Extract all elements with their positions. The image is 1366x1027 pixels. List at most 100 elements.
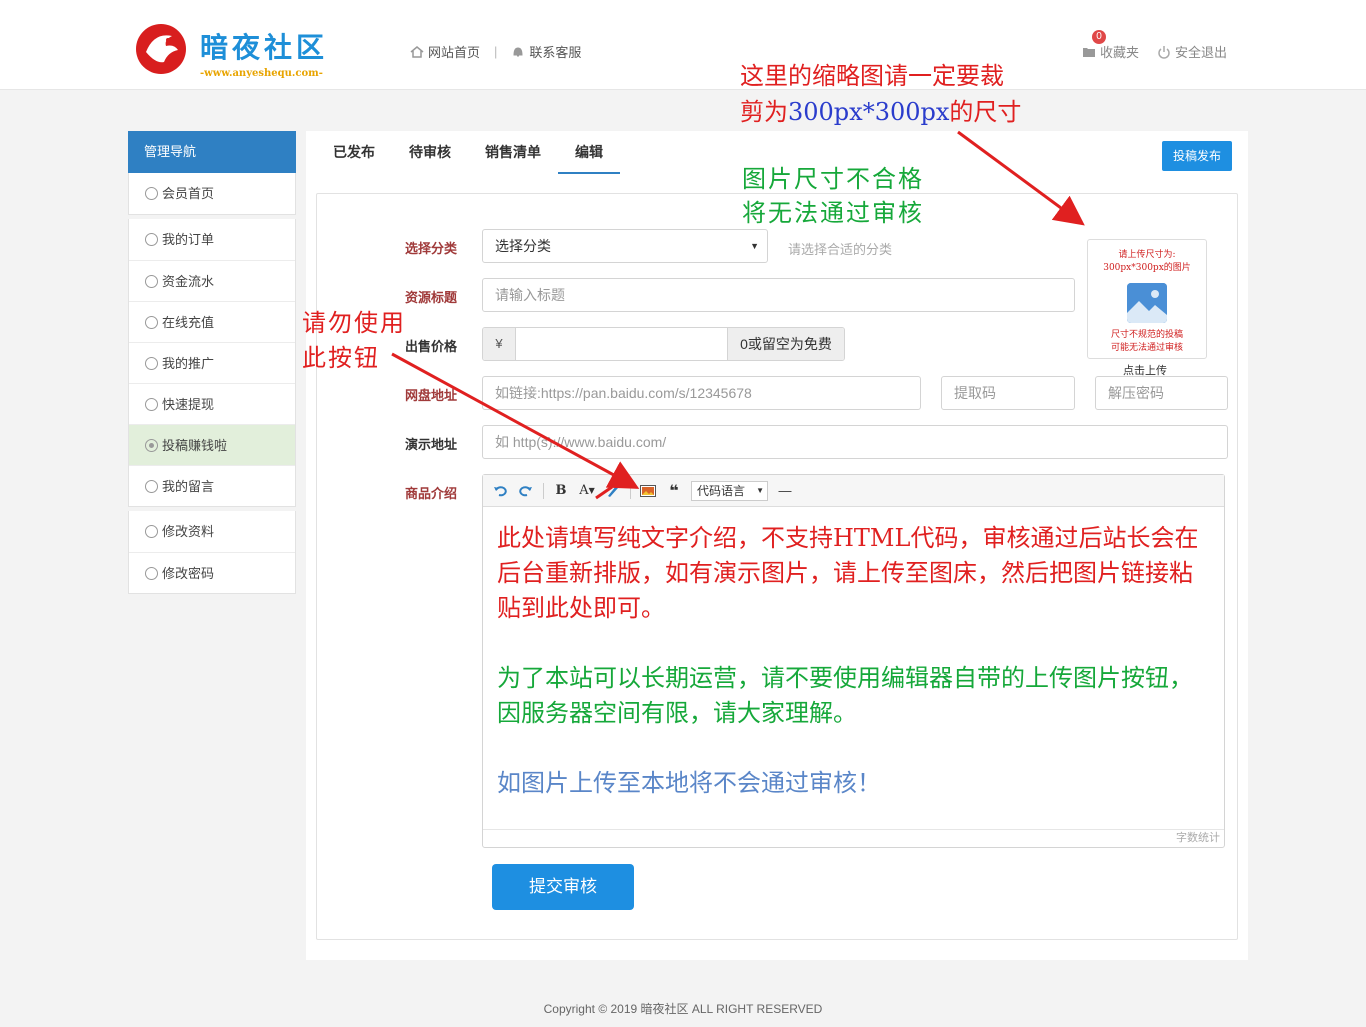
thumbnail-note-2: 300px*300px的图片 <box>1103 263 1191 273</box>
category-hint: 请选择合适的分类 <box>788 242 893 257</box>
code-language-select[interactable]: 代码语言 ▼ <box>691 480 769 501</box>
top-navigation: 网站首页 | 联系客服 <box>410 42 581 61</box>
favorites-count-badge: 0 <box>1092 30 1106 44</box>
category-label: 选择分类 <box>405 241 458 256</box>
sidebar-item-funds[interactable]: 资金流水 <box>129 260 295 301</box>
logout-link[interactable]: 安全退出 <box>1157 42 1227 61</box>
main-panel: 已发布 待审核 销售清单 编辑 投稿发布 选择分类 选择分类 ▼ 请选择合适的分… <box>306 131 1248 960</box>
thumbnail-crop-annotation: 这里的缩略图请一定要裁 剪为300px*300px的尺寸 <box>740 58 1021 130</box>
favorites-link[interactable]: 0 收藏夹 <box>1082 30 1140 61</box>
phoenix-logo-icon <box>136 24 186 74</box>
extract-code-input[interactable]: 提取码 <box>941 376 1075 410</box>
home-icon <box>410 45 424 58</box>
category-select-value: 选择分类 <box>495 238 551 254</box>
tab-edit[interactable]: 编辑 <box>558 131 620 174</box>
radio-icon <box>145 479 158 493</box>
sidebar-item-label: 修改资料 <box>162 524 215 539</box>
site-logo[interactable]: 暗夜社区 -www.anyeshequ.com- <box>134 22 334 82</box>
horizontal-rule-button[interactable]: — <box>776 481 794 501</box>
annotation-line: 图片尺寸不合格 <box>742 165 924 193</box>
sidebar-item-profile[interactable]: 修改资料 <box>129 511 295 552</box>
title-label: 资源标题 <box>405 290 458 305</box>
sidebar-item-label: 资金流水 <box>162 273 215 289</box>
sidebar-title: 管理导航 <box>128 131 296 173</box>
editor-blue-notice: 如图片上传至本地将不会通过审核！ <box>497 769 881 797</box>
sidebar-item-label: 投稿赚钱啦 <box>162 437 228 453</box>
sidebar: 管理导航 会员首页 我的订单 资金流水 在线充值 我的推广 快速提现 投稿赚钱啦… <box>128 131 296 598</box>
sidebar-item-withdraw[interactable]: 快速提现 <box>129 383 295 424</box>
title-input[interactable]: 请输入标题 <box>482 278 1075 312</box>
brand-domain: -www.anyeshequ.com- <box>200 68 323 79</box>
annotation-fragment: 剪为 <box>740 98 788 126</box>
sidebar-item-recharge[interactable]: 在线充值 <box>129 301 295 342</box>
radio-icon <box>145 187 158 200</box>
tab-bar: 已发布 待审核 销售清单 编辑 <box>316 131 620 175</box>
site-header: 暗夜社区 -www.anyeshequ.com- 网站首页 | 联系客服 0 收… <box>0 0 1366 90</box>
sidebar-item-label: 我的留言 <box>162 478 215 494</box>
nav-separator: | <box>494 44 498 59</box>
sidebar-item-label: 快速提现 <box>162 396 215 412</box>
dont-use-button-annotation: 请勿使用 此按钮 <box>302 306 406 376</box>
redo-icon[interactable] <box>517 481 535 501</box>
sidebar-item-promotion[interactable]: 我的推广 <box>129 342 295 383</box>
brush-icon[interactable] <box>604 481 622 501</box>
editor-toolbar: B A ▼ ❝ 代码语言 ▼ — <box>483 475 1224 507</box>
favorites-label: 收藏夹 <box>1100 45 1140 60</box>
editor-green-notice: 为了本站可以长期运营，请不要使用编辑器自带的上传图片按钮，因服务器空间有限，请大… <box>497 664 1193 727</box>
sidebar-item-label: 我的推广 <box>162 355 215 371</box>
annotation-line: 请勿使用 <box>302 309 406 337</box>
sidebar-item-label: 修改密码 <box>162 565 215 581</box>
nav-service-link[interactable]: 联系客服 <box>511 42 581 61</box>
editor-content[interactable]: 此处请填写纯文字介绍，不支持HTML代码，审核通过后站长会在后台重新排版，如有演… <box>483 507 1224 815</box>
font-color-button[interactable]: A ▼ <box>578 481 596 501</box>
tab-published[interactable]: 已发布 <box>316 131 392 174</box>
editor-red-notice: 此处请填写纯文字介绍，不支持HTML代码，审核通过后站长会在后台重新排版，如有演… <box>497 524 1199 622</box>
radio-selected-icon <box>145 438 158 452</box>
insert-image-icon[interactable] <box>639 481 657 501</box>
category-select[interactable]: 选择分类 ▼ <box>482 229 768 263</box>
sidebar-item-member-home[interactable]: 会员首页 <box>129 173 295 214</box>
submit-review-button[interactable]: 提交审核 <box>492 864 634 910</box>
annotation-fragment: 的尺寸 <box>949 98 1022 126</box>
tab-pending[interactable]: 待审核 <box>392 131 468 174</box>
bell-icon <box>513 46 523 56</box>
sidebar-item-messages[interactable]: 我的留言 <box>129 465 295 506</box>
thumbnail-upload[interactable]: 请上传尺寸为: 300px*300px的图片 尺寸不规范的投稿 可能无法通过审核 <box>1087 239 1207 359</box>
sidebar-item-label: 会员首页 <box>162 186 215 201</box>
font-color-label: A <box>579 483 589 498</box>
currency-prefix: ¥ <box>483 328 516 360</box>
demo-url-input[interactable]: 如 http(s)://www.baidu.com/ <box>482 425 1228 459</box>
radio-icon <box>145 315 158 329</box>
unzip-password-input[interactable]: 解压密码 <box>1095 376 1228 410</box>
radio-icon <box>145 566 158 580</box>
tab-sales[interactable]: 销售清单 <box>468 131 558 174</box>
sidebar-group-main: 我的订单 资金流水 在线充值 我的推广 快速提现 投稿赚钱啦 我的留言 <box>128 219 296 507</box>
price-input[interactable] <box>516 328 727 360</box>
logout-label: 安全退出 <box>1175 45 1228 60</box>
sidebar-item-password[interactable]: 修改密码 <box>129 552 295 593</box>
annotation-line: 剪为300px*300px的尺寸 <box>740 94 1021 130</box>
publish-button[interactable]: 投稿发布 <box>1162 141 1232 171</box>
price-suffix: 0或留空为免费 <box>727 328 844 360</box>
radio-icon <box>145 356 158 370</box>
nav-home-label: 网站首页 <box>428 45 481 60</box>
bold-button[interactable]: B <box>552 481 570 501</box>
price-input-group: ¥ 0或留空为免费 <box>482 327 845 361</box>
sidebar-item-contribute[interactable]: 投稿赚钱啦 <box>129 424 295 465</box>
sidebar-item-orders[interactable]: 我的订单 <box>129 219 295 260</box>
quote-icon[interactable]: ❝ <box>665 481 683 501</box>
post-form: 选择分类 选择分类 ▼ 请选择合适的分类 资源标题 请输入标题 出售价格 ¥ 0… <box>316 193 1238 940</box>
netdisk-url-input[interactable]: 如链接:https://pan.baidu.com/s/12345678 <box>482 376 921 410</box>
undo-icon[interactable] <box>491 481 509 501</box>
nav-home-link[interactable]: 网站首页 <box>410 42 480 61</box>
intro-label: 商品介绍 <box>405 486 458 501</box>
thumbnail-note-1: 请上传尺寸为: <box>1118 250 1176 260</box>
caret-down-icon: ▼ <box>756 485 765 495</box>
sidebar-group-home: 会员首页 <box>128 173 296 215</box>
rich-text-editor: B A ▼ ❝ 代码语言 ▼ — 此处请填写纯文字介绍，不支持HTML代码，审核通过… <box>482 474 1225 848</box>
brand-name: 暗夜社区 <box>200 31 329 64</box>
caret-down-icon: ▼ <box>588 486 595 495</box>
folder-icon <box>1083 47 1095 57</box>
footer-copyright: Copyright © 2019 暗夜社区 ALL RIGHT RESERVED <box>543 1002 823 1016</box>
code-language-label: 代码语言 <box>697 483 746 498</box>
